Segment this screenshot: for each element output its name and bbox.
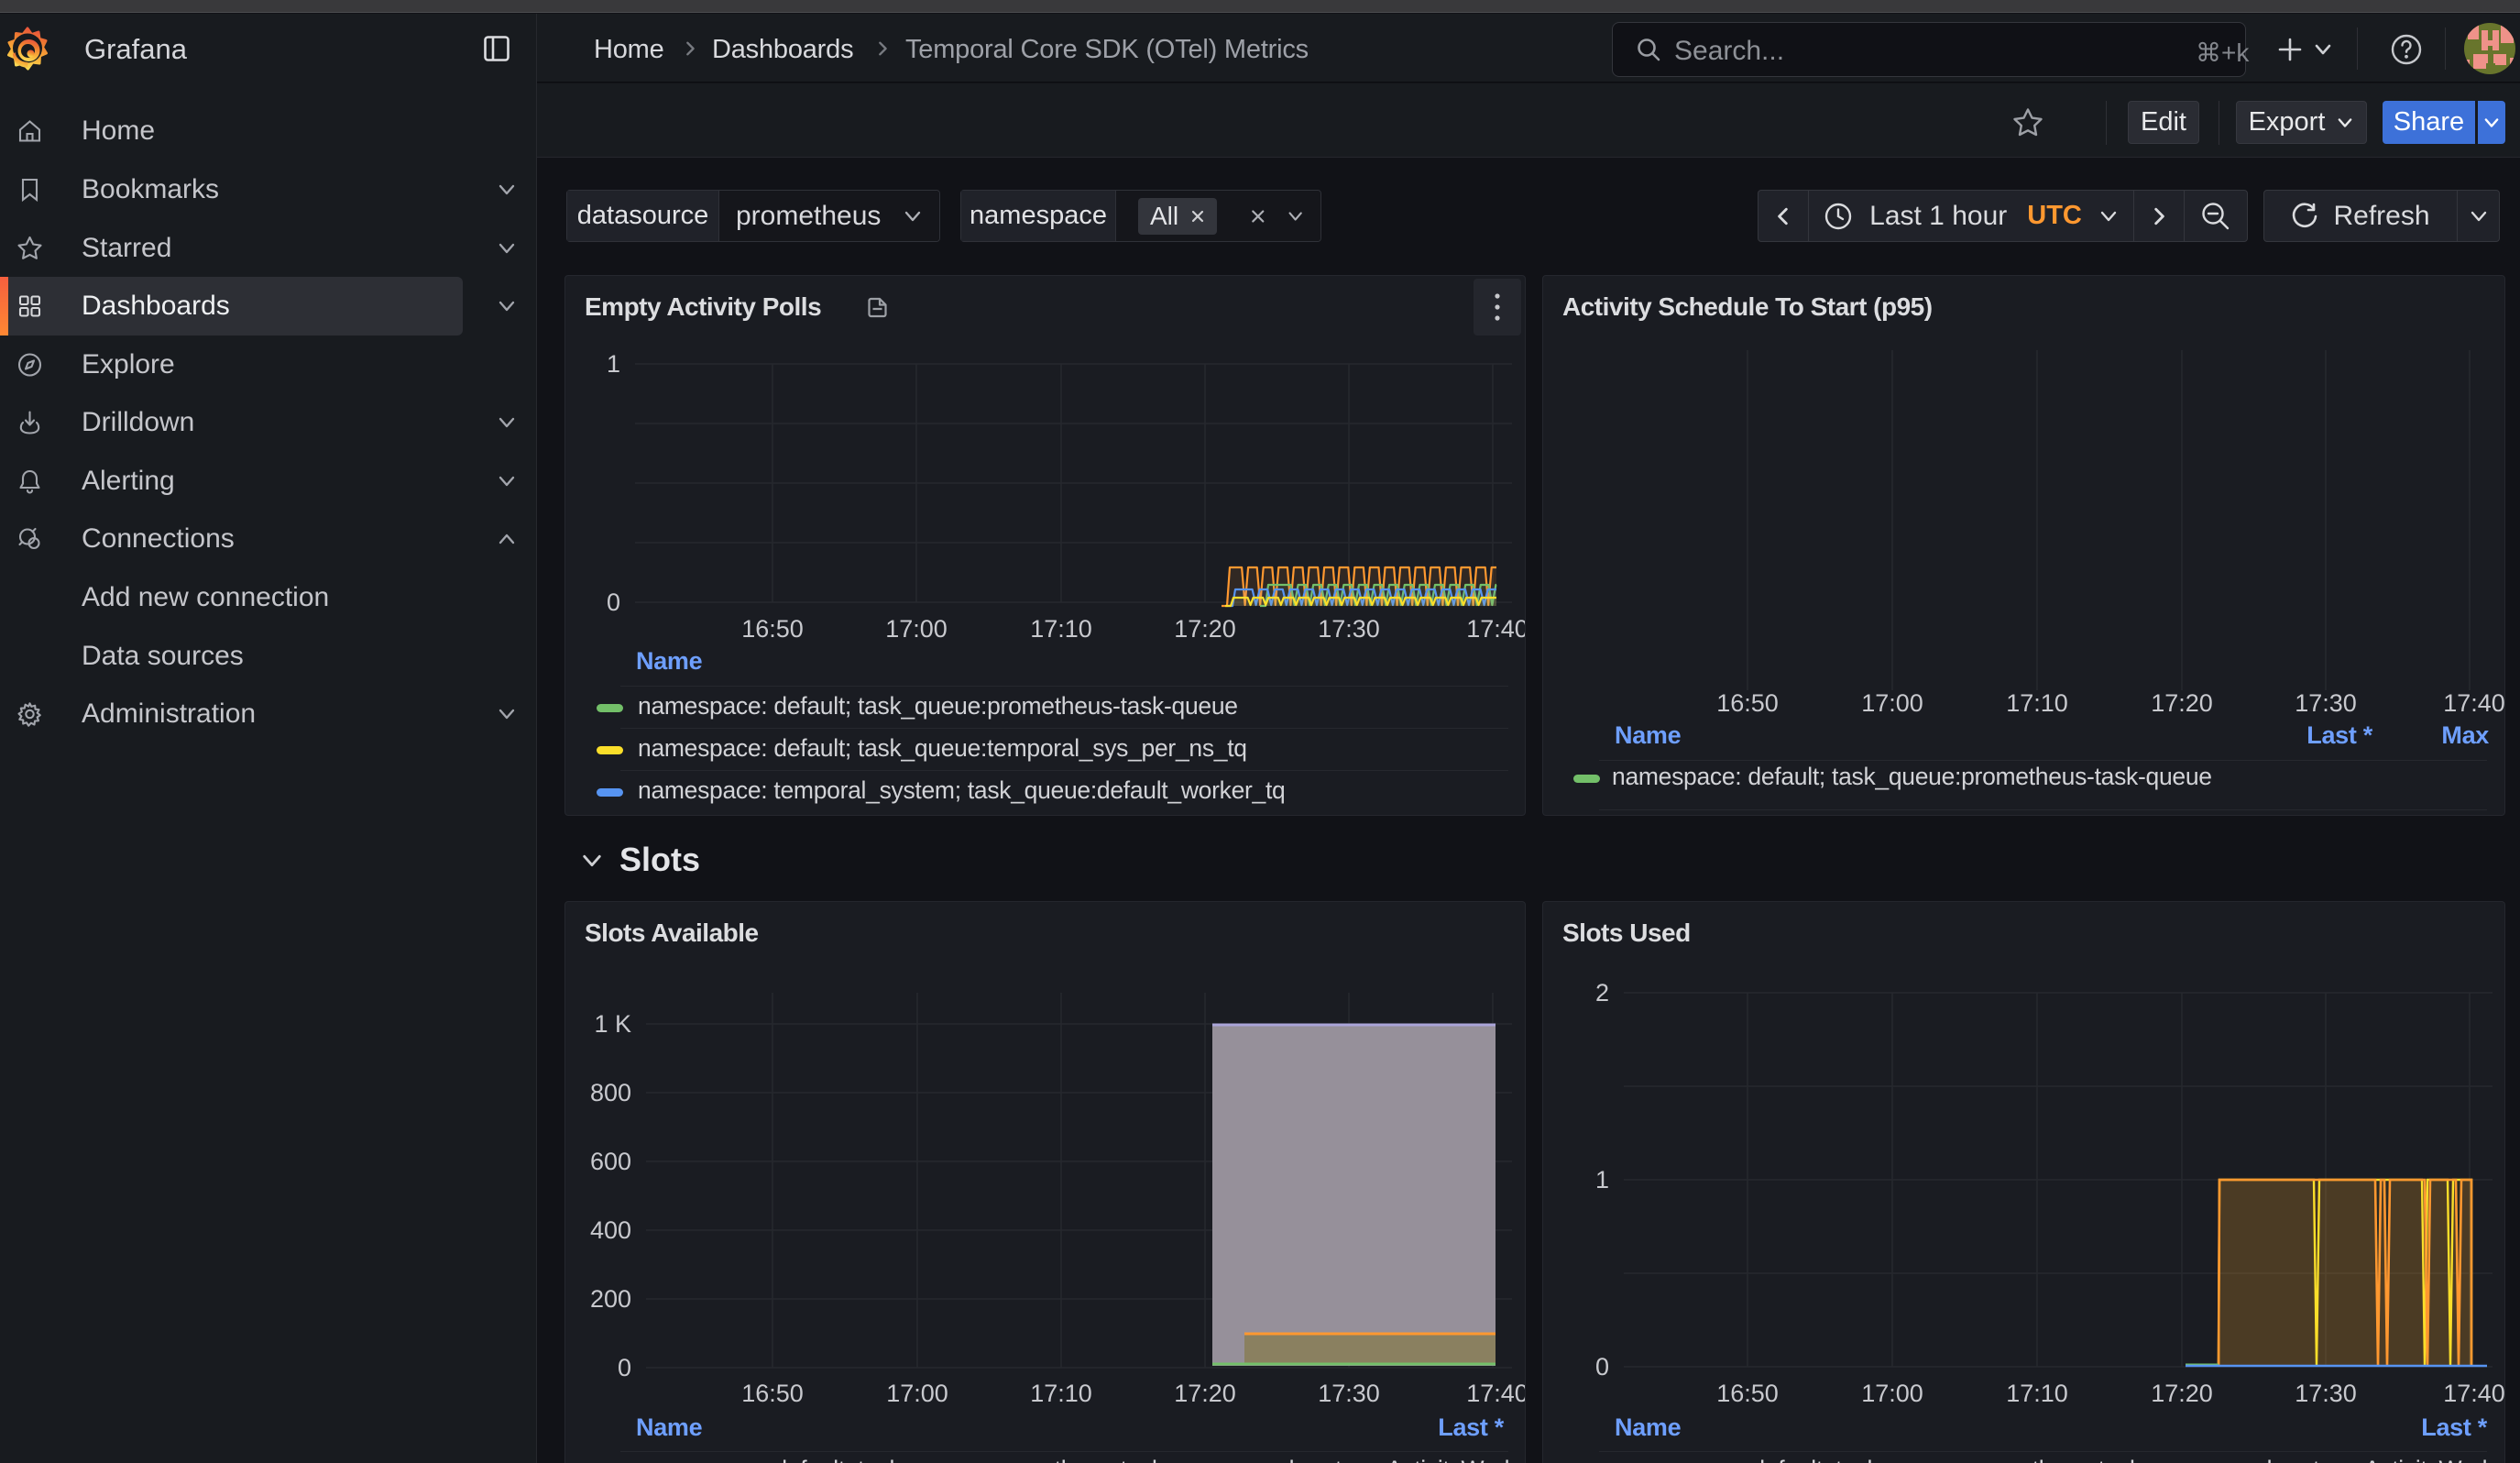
svg-text:17:10: 17:10 [1030, 615, 1092, 643]
svg-text:600: 600 [590, 1148, 631, 1175]
svg-text:400: 400 [590, 1216, 631, 1244]
svg-text:1 K: 1 K [594, 1010, 631, 1038]
svg-text:17:00: 17:00 [1861, 689, 1923, 717]
svg-text:16:50: 16:50 [741, 615, 804, 643]
svg-text:17:00: 17:00 [885, 615, 948, 643]
svg-text:17:00: 17:00 [1861, 1380, 1923, 1407]
svg-text:16:50: 16:50 [1716, 689, 1779, 717]
svg-text:17:20: 17:20 [1174, 1380, 1236, 1407]
svg-text:17:10: 17:10 [2006, 1380, 2068, 1407]
svg-text:17:30: 17:30 [1318, 1380, 1380, 1407]
svg-text:0: 0 [618, 1354, 631, 1381]
svg-text:16:50: 16:50 [741, 1380, 804, 1407]
svg-text:17:40: 17:40 [2443, 1380, 2504, 1407]
svg-text:17:40: 17:40 [1466, 615, 1525, 643]
svg-text:17:20: 17:20 [1174, 615, 1236, 643]
svg-text:2: 2 [1595, 979, 1609, 1006]
svg-text:17:20: 17:20 [2151, 689, 2213, 717]
svg-text:17:40: 17:40 [2443, 689, 2504, 717]
svg-text:1: 1 [607, 350, 620, 378]
svg-text:16:50: 16:50 [1716, 1380, 1779, 1407]
svg-text:17:30: 17:30 [2295, 689, 2357, 717]
svg-text:800: 800 [590, 1079, 631, 1106]
svg-text:17:30: 17:30 [1318, 615, 1380, 643]
svg-text:17:00: 17:00 [886, 1380, 948, 1407]
svg-text:17:10: 17:10 [2006, 689, 2068, 717]
svg-text:17:10: 17:10 [1030, 1380, 1092, 1407]
svg-text:17:20: 17:20 [2151, 1380, 2213, 1407]
svg-text:0: 0 [607, 588, 620, 616]
svg-text:200: 200 [590, 1285, 631, 1313]
svg-text:1: 1 [1595, 1166, 1609, 1194]
svg-text:17:40: 17:40 [1466, 1380, 1525, 1407]
svg-text:0: 0 [1595, 1353, 1609, 1380]
svg-text:17:30: 17:30 [2295, 1380, 2357, 1407]
